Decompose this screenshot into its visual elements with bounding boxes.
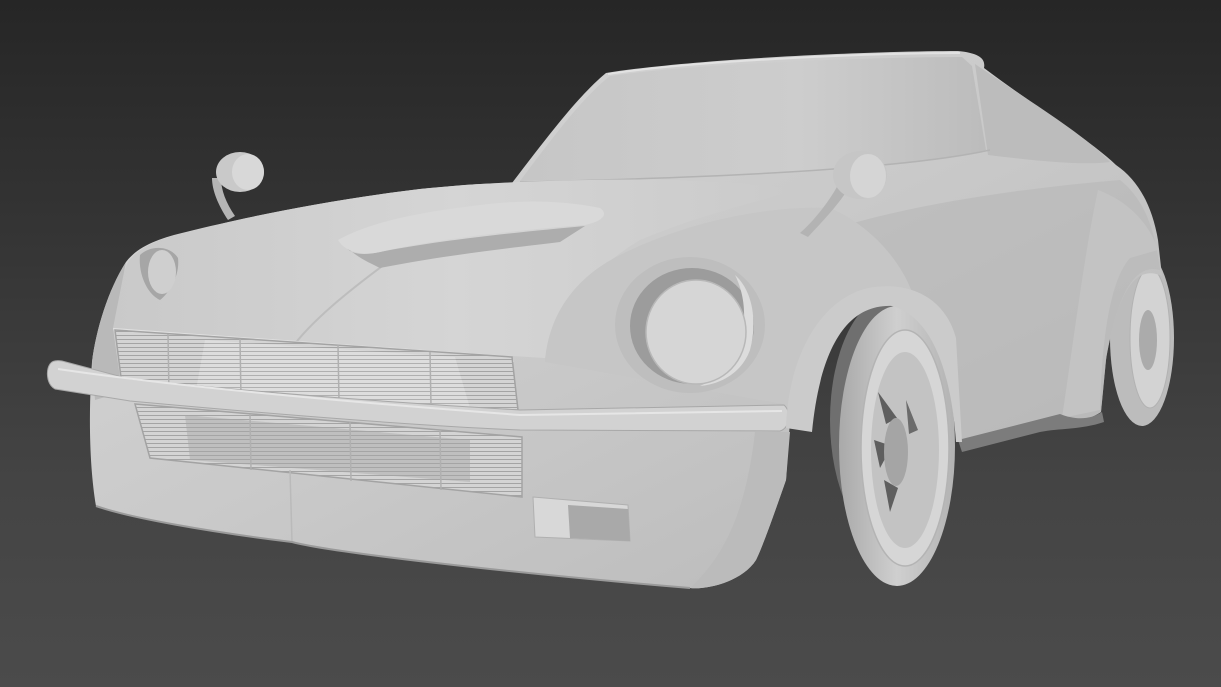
left-headlight-lens <box>148 250 176 294</box>
car-render <box>0 0 1221 687</box>
grille-divider <box>239 338 242 399</box>
grille-divider <box>429 351 432 407</box>
right-headlight <box>615 257 765 393</box>
rear-hub <box>1139 310 1157 370</box>
left-mirror-face <box>232 154 264 190</box>
turn-signal-recess <box>568 505 630 541</box>
lower-grille-divider <box>439 429 442 491</box>
front-hub <box>884 418 908 486</box>
turn-signal <box>532 496 631 542</box>
grille-divider <box>337 344 340 403</box>
right-headlight-lens <box>645 279 747 385</box>
right-mirror-face <box>850 154 886 198</box>
lower-grille-divider <box>349 421 352 482</box>
render-viewport <box>0 0 1221 687</box>
lower-grille-divider <box>249 413 252 471</box>
